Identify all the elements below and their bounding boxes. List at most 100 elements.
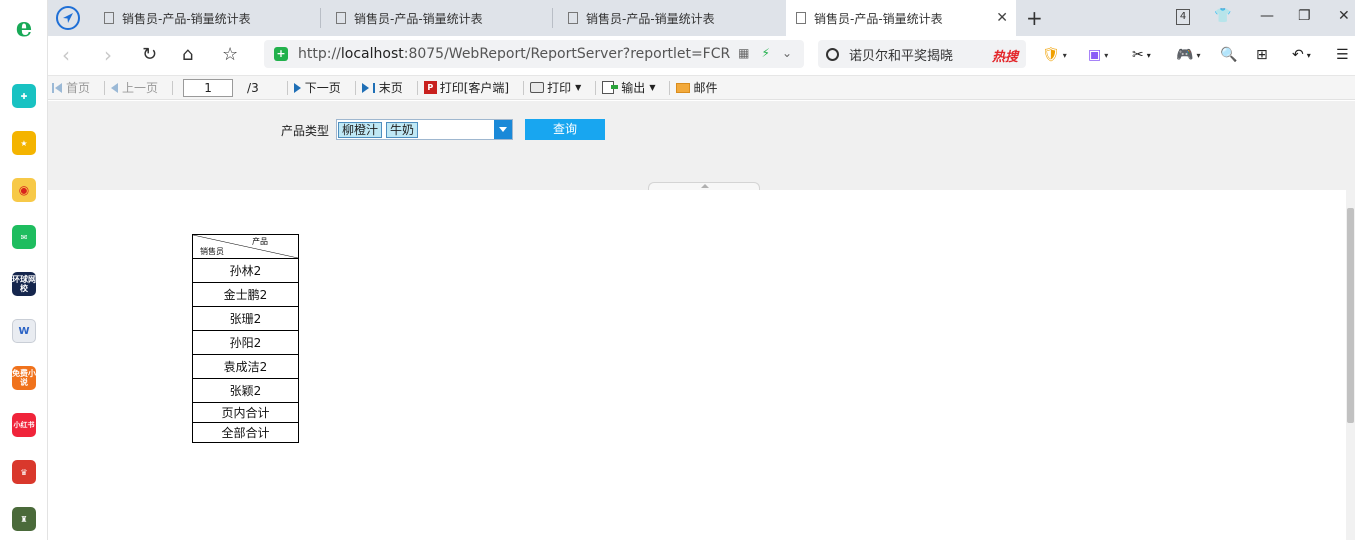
- salesperson-cell: 张珊2: [192, 306, 299, 331]
- mail-button[interactable]: 邮件: [676, 79, 717, 96]
- sidebar-app-novel[interactable]: 免费小说: [12, 366, 36, 390]
- lightning-icon[interactable]: ⚡: [762, 46, 770, 60]
- health-app-icon[interactable]: ✚: [12, 84, 36, 108]
- chevron-down-icon[interactable]: ⌄: [782, 46, 792, 60]
- sidebar-app-xiaohongshu[interactable]: 小红书: [12, 413, 36, 437]
- export-button[interactable]: 输出 ▼: [602, 79, 655, 96]
- next-page-button[interactable]: 下一页: [293, 79, 341, 96]
- sidebar-app-globalschool[interactable]: 环球网校: [12, 272, 36, 296]
- game-app-icon[interactable]: ♛: [12, 460, 36, 484]
- apps-grid-icon[interactable]: ⊞: [1256, 44, 1268, 66]
- vertical-scrollbar[interactable]: [1346, 190, 1355, 540]
- salesperson-cell: 张颖2: [192, 378, 299, 403]
- find-magnifier-icon[interactable]: 🔍: [1220, 44, 1237, 66]
- report-toolbar: 首页 上一页 1 /3 下一页 末页 P 打印[客户端] 打印 ▼ 输出 ▼ 邮…: [48, 76, 1355, 100]
- document-icon: [336, 12, 346, 24]
- print-button[interactable]: 打印 ▼: [530, 79, 581, 96]
- word-doc-icon[interactable]: W: [12, 319, 36, 343]
- search-icon: [826, 47, 839, 61]
- undo-icon[interactable]: ↶ ▾: [1292, 44, 1311, 66]
- restore-window-icon[interactable]: ❐: [1298, 8, 1311, 24]
- collapse-panel-handle[interactable]: [648, 182, 760, 190]
- browser-logo-icon[interactable]: e: [10, 14, 38, 42]
- page-total-row: 页内合计: [192, 402, 299, 423]
- diagonal-header-cell: 产品 销售员: [192, 234, 299, 259]
- printer-icon: [530, 82, 545, 93]
- header-salesperson-label: 销售员: [200, 247, 224, 256]
- weibo-icon[interactable]: ◉: [12, 178, 36, 202]
- translate-extension-icon[interactable]: ▣ ▾: [1088, 44, 1108, 66]
- document-icon: [104, 12, 114, 24]
- table-row: 孙阳2: [192, 330, 299, 355]
- bookmark-star-button[interactable]: ☆: [222, 44, 238, 66]
- page-number-input[interactable]: 1: [183, 78, 234, 97]
- tab-divider: [552, 8, 553, 28]
- salesperson-cell: 金士鹏2: [192, 282, 299, 307]
- back-button[interactable]: ‹: [62, 44, 70, 66]
- hot-search-badge: 热搜: [991, 50, 1018, 65]
- mail-app-icon[interactable]: ✉: [12, 225, 36, 249]
- reload-button[interactable]: ↻: [142, 44, 157, 66]
- salesperson-cell: 孙林2: [192, 258, 299, 283]
- url-host: localhost: [340, 46, 404, 62]
- tab-divider: [320, 8, 321, 28]
- grand-total-cell: 全部合计: [192, 422, 299, 443]
- gamepad-icon[interactable]: 🎮 ▾: [1176, 44, 1200, 66]
- export-icon: [602, 81, 619, 94]
- header-product-label: 产品: [252, 237, 268, 246]
- table-row: 孙林2: [192, 258, 299, 283]
- search-hot-text: 诺贝尔和平奖揭晓: [849, 48, 954, 64]
- page-total: /3: [247, 80, 259, 95]
- print-client-button[interactable]: P 打印[客户端]: [423, 79, 509, 96]
- prev-page-icon: [111, 82, 119, 93]
- menu-icon[interactable]: ☰: [1336, 44, 1349, 66]
- close-tab-icon[interactable]: ✕: [996, 10, 1008, 26]
- sheep-extension-icon[interactable]: 🛡 ▾: [1042, 44, 1067, 66]
- tab-strip: 销售员-产品-销量统计表 销售员-产品-销量统计表 销售员-产品-销量统计表 销…: [48, 0, 1355, 36]
- scrollbar-thumb[interactable]: [1347, 208, 1354, 423]
- grand-total-row: 全部合计: [192, 422, 299, 443]
- navigation-compass-icon[interactable]: [56, 6, 80, 30]
- url-actions: ▦ ⚡ ⌄: [738, 46, 792, 60]
- first-page-icon: [52, 82, 54, 93]
- page-total-cell: 页内合计: [192, 402, 299, 423]
- browser-tab-1[interactable]: 销售员-产品-销量统计表: [94, 0, 320, 36]
- selected-chip-milk[interactable]: 牛奶: [386, 122, 419, 138]
- sales-table: 产品 销售员 孙林2 金士鹏2 张珊2 孙阳2 袁成洁2 张颖2 页内合计 全部…: [192, 234, 299, 443]
- close-window-icon[interactable]: ✕: [1338, 8, 1350, 24]
- security-shield-icon: +: [274, 47, 288, 61]
- tab-count-badge[interactable]: 4: [1176, 9, 1190, 25]
- next-page-icon: [293, 82, 301, 93]
- scissors-icon[interactable]: ✂ ▾: [1132, 44, 1151, 66]
- table-row: 张珊2: [192, 306, 299, 331]
- product-type-label: 产品类型: [281, 124, 330, 138]
- search-field[interactable]: 诺贝尔和平奖揭晓 热搜: [818, 40, 1026, 68]
- skin-shirt-icon[interactable]: 👕: [1214, 8, 1231, 24]
- favorites-star-icon[interactable]: ★: [12, 131, 36, 155]
- prev-page-button[interactable]: 上一页: [111, 79, 158, 96]
- app-sidebar: e ✚ ★ ◉ ✉ 环球网校 W 免费小说 小红书 ♛ ♜: [0, 0, 48, 540]
- browser-tab-3[interactable]: 销售员-产品-销量统计表: [558, 0, 784, 36]
- new-tab-plus-icon[interactable]: +: [1026, 6, 1043, 30]
- url-field[interactable]: + http://localhost:8075/WebReport/Report…: [264, 40, 804, 68]
- table-row: 金士鹏2: [192, 282, 299, 307]
- qrcode-icon[interactable]: ▦: [738, 46, 749, 60]
- caret-down-icon: ▼: [575, 83, 582, 92]
- report-canvas: 产品 销售员 孙林2 金士鹏2 张珊2 孙阳2 袁成洁2 张颖2 页内合计 全部…: [48, 190, 1346, 540]
- selected-chip-orange-juice[interactable]: 柳橙汁: [338, 122, 383, 138]
- browser-tab-2[interactable]: 销售员-产品-销量统计表: [326, 0, 552, 36]
- first-page-button[interactable]: 首页: [52, 79, 90, 96]
- forward-button[interactable]: ›: [104, 44, 112, 66]
- query-button[interactable]: 查询: [525, 119, 605, 140]
- last-page-button[interactable]: 末页: [361, 79, 403, 96]
- dropdown-arrow-icon[interactable]: [494, 120, 512, 139]
- mail-icon: [676, 82, 691, 93]
- browser-tab-4-active[interactable]: 销售员-产品-销量统计表 ✕: [786, 0, 1016, 36]
- game-app2-icon[interactable]: ♜: [12, 507, 36, 531]
- parameter-panel: 产品类型 柳橙汁 牛奶 查询: [48, 101, 1355, 190]
- product-type-combobox[interactable]: 柳橙汁 牛奶: [336, 119, 513, 140]
- document-icon: [568, 12, 578, 24]
- minimize-icon[interactable]: —: [1260, 8, 1274, 24]
- address-bar-row: ‹ › ↻ ⌂ ☆ + http://localhost:8075/WebRep…: [48, 36, 1355, 76]
- home-button[interactable]: ⌂: [182, 44, 193, 66]
